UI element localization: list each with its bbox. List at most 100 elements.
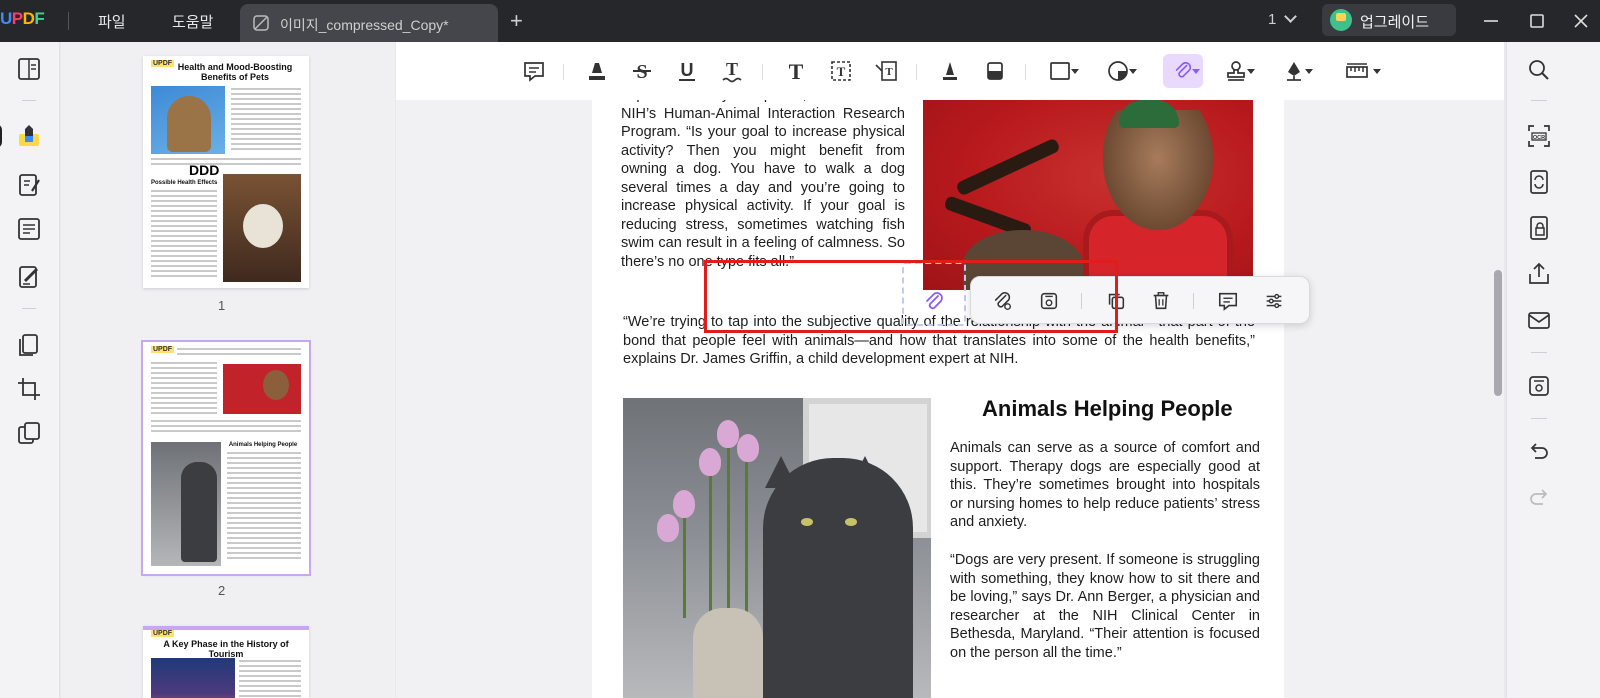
divider [1531, 418, 1547, 419]
cat-tulips-photo[interactable] [623, 398, 931, 698]
new-tab-button[interactable]: + [510, 8, 523, 34]
title-bar: UPDF 파일 도움말 이미지_compressed_Copy* + 1 업그레… [0, 0, 1600, 42]
thumbnail-title: Health and Mood-Boosting Benefits of Pet… [177, 62, 293, 82]
attachment-tool[interactable] [1163, 54, 1203, 88]
signature-tool[interactable] [1277, 54, 1313, 88]
page-number-2: 2 [218, 583, 226, 598]
comment-icon [524, 62, 544, 82]
divider [1531, 352, 1547, 353]
text-tool[interactable]: T [779, 54, 813, 88]
stamp-tool[interactable] [1219, 54, 1255, 88]
text-callout-tool[interactable]: T [869, 54, 903, 88]
svg-text:T: T [885, 66, 893, 78]
underline-icon: U [679, 60, 695, 81]
text-box-icon: T [831, 61, 851, 81]
delete-button[interactable] [1147, 287, 1175, 315]
pdf-page: explains Dr. Layla Esposito, who oversee… [592, 100, 1310, 698]
form-icon[interactable] [16, 216, 42, 242]
page-thumbnail-3[interactable]: UPDF A Key Phase in the History of Touri… [143, 626, 309, 698]
chevron-down-icon [1192, 69, 1200, 74]
thumbnail-image [151, 86, 225, 154]
divider [563, 64, 564, 80]
undo-icon[interactable] [1525, 438, 1553, 466]
thumbnail-subheading: Possible Health Effects [151, 180, 218, 186]
chevron-down-icon [1071, 69, 1079, 74]
paragraph: “Dogs are very present. If someone is st… [950, 552, 1260, 661]
thumbnail-logo: UPDF [151, 346, 175, 353]
edit-pdf-icon[interactable] [16, 172, 42, 198]
convert-icon[interactable] [1525, 168, 1553, 196]
fill-sign-icon[interactable] [16, 264, 42, 290]
save-icon[interactable] [1525, 372, 1553, 400]
ocr-icon[interactable]: OCR [1525, 122, 1553, 150]
thumbnail-text [231, 88, 301, 153]
svg-text:T: T [789, 59, 804, 83]
page-tools-icon[interactable] [16, 420, 42, 446]
svg-text:U: U [681, 60, 694, 80]
page-thumbnail-1[interactable]: UPDF Health and Mood-Boosting Benefits o… [143, 56, 309, 288]
vertical-scrollbar[interactable] [1494, 270, 1502, 396]
thumbnail-text [151, 420, 301, 435]
text-box-tool[interactable]: T [824, 54, 858, 88]
chevron-down-icon [1305, 69, 1313, 74]
minimize-icon[interactable] [1476, 6, 1506, 36]
pen-nib-icon [1287, 62, 1301, 81]
underline-tool[interactable]: U [670, 54, 704, 88]
svg-text:OCR: OCR [1533, 135, 1545, 141]
divider [916, 64, 917, 80]
thumbnail-text [227, 452, 301, 562]
pencil-tool[interactable] [933, 54, 967, 88]
mail-icon[interactable] [1525, 306, 1553, 334]
strikethrough-tool[interactable]: S [625, 54, 659, 88]
rectangle-icon [1050, 62, 1070, 80]
comment-highlighter-icon[interactable] [16, 122, 42, 148]
divider [1025, 64, 1026, 80]
thumbnail-image [151, 658, 235, 698]
active-indicator [0, 124, 2, 148]
callout-icon: T [875, 61, 897, 81]
properties-button[interactable] [1260, 287, 1288, 315]
strikethrough-icon: S [633, 61, 651, 83]
upgrade-button[interactable]: 업그레이드 [1322, 4, 1456, 36]
protect-icon[interactable] [1525, 214, 1553, 242]
chevron-down-icon [1129, 69, 1137, 74]
organize-pages-icon[interactable] [16, 332, 42, 358]
divider [22, 100, 36, 101]
document-tab[interactable]: 이미지_compressed_Copy* [240, 4, 498, 42]
crop-icon[interactable] [16, 376, 42, 402]
maximize-icon[interactable] [1522, 6, 1552, 36]
thumbnail-title: A Key Phase in the History of Tourism [163, 639, 289, 659]
page-number-1: 1 [218, 298, 226, 313]
highlight-tool[interactable] [580, 54, 614, 88]
menu-file[interactable]: 파일 [98, 11, 126, 32]
color-tool[interactable] [1101, 54, 1137, 88]
divider [68, 12, 69, 30]
reader-icon[interactable] [16, 56, 42, 82]
page-selector[interactable]: 1 [1268, 10, 1298, 28]
left-tool-rail [0, 42, 60, 698]
search-icon[interactable] [1525, 56, 1553, 84]
sliders-icon [1266, 293, 1282, 309]
paragraph: Animals can serve as a source of comfort… [950, 440, 1260, 530]
thumbnail-title: Animals Helping People [228, 442, 298, 448]
share-icon[interactable] [1525, 260, 1553, 288]
text-icon: T [789, 59, 804, 83]
sticky-note-tool[interactable] [517, 54, 551, 88]
file-icon [253, 15, 269, 31]
right-tool-rail: OCR [1506, 42, 1600, 698]
redo-icon[interactable] [1525, 484, 1553, 512]
eraser-tool[interactable] [978, 54, 1012, 88]
divider [1531, 100, 1547, 101]
squiggly-underline-icon: T [722, 59, 742, 83]
thumbnail-panel: UPDF Health and Mood-Boosting Benefits o… [61, 42, 395, 698]
thumbnail-text [151, 190, 217, 280]
squiggly-tool[interactable]: T [715, 54, 749, 88]
ruler-icon [1346, 63, 1368, 78]
add-note-button[interactable] [1214, 287, 1242, 315]
measure-tool[interactable] [1337, 54, 1381, 88]
paragraph: explains Dr. Layla Esposito, who oversee… [621, 100, 905, 270]
close-icon[interactable] [1566, 6, 1596, 36]
shape-tool[interactable] [1043, 54, 1079, 88]
menu-help[interactable]: 도움말 [172, 11, 213, 32]
page-thumbnail-2[interactable]: UPDF Animals Helping People [141, 340, 311, 576]
